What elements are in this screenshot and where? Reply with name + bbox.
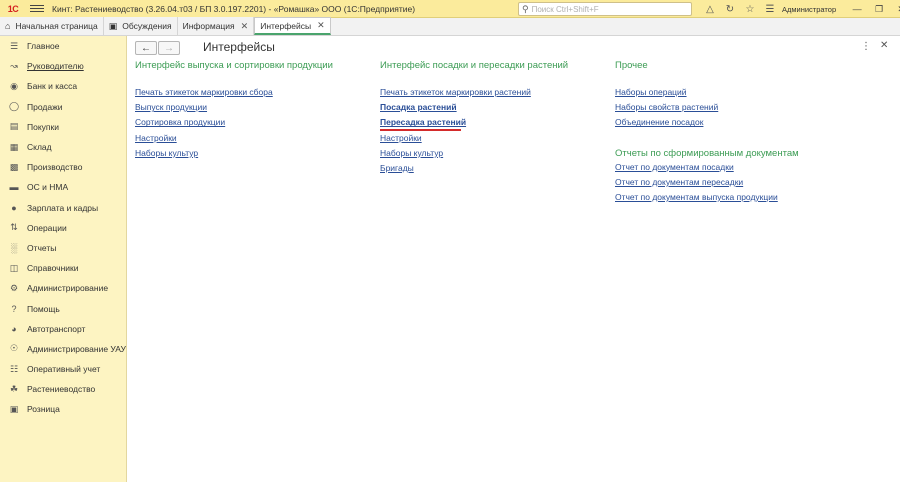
menu-lines-icon: ☰ [9, 40, 19, 51]
search-icon: ⚲ [522, 3, 529, 14]
arrow-right-icon: → [164, 42, 174, 54]
bar-chart-icon: ░ [10, 242, 18, 253]
gear-icon: ⚙ [9, 282, 19, 293]
column-heading: Прочее [615, 60, 648, 71]
sidebar-item-purchases[interactable]: ▤ Покупки [0, 117, 126, 137]
question-icon: ? [11, 303, 17, 314]
link-settings[interactable]: Настройки [135, 133, 333, 148]
sidebar-item-reports[interactable]: ░ Отчеты [0, 238, 126, 258]
tab-discussions[interactable]: ▣ Обсуждения [103, 17, 178, 35]
link-operation-sets[interactable]: Наборы операций [615, 87, 799, 102]
retail-icon: ▣ [9, 403, 19, 414]
sidebar-item-operational[interactable]: ☷ Оперативный учет [0, 359, 126, 379]
sidebar-item-operations[interactable]: ⇅ Операции [0, 218, 126, 238]
link-brigades[interactable]: Бригады [380, 163, 568, 178]
sidebar-item-manager[interactable]: ↝ Руководителю [0, 56, 126, 76]
sidebar-item-help[interactable]: ? Помощь [0, 298, 126, 318]
close-tab-icon[interactable]: ✕ [241, 21, 249, 32]
sidebar-item-plant-growing[interactable]: ☘ Растениеводство [0, 379, 126, 399]
person-icon: ● [11, 202, 17, 213]
sidebar-item-vehicles[interactable]: ◕ Автотранспорт [0, 319, 126, 339]
sidebar-item-directories[interactable]: ◫ Справочники [0, 258, 126, 278]
column-heading-reports: Отчеты по сформированным документам [615, 147, 799, 159]
close-tab-icon[interactable]: ✕ [317, 20, 325, 31]
sidebar-item-bank[interactable]: ◉ Банк и касса [0, 76, 126, 96]
cart-icon: ▤ [9, 121, 19, 132]
sidebar-item-uau-admin[interactable]: ☉ Администрирование УАУ [0, 339, 126, 359]
list-icon: ☷ [9, 363, 19, 374]
sidebar-item-salary[interactable]: ● Зарплата и кадры [0, 198, 126, 218]
sidebar-item-warehouse[interactable]: ▦ Склад [0, 137, 126, 157]
car-icon: ◕ [11, 323, 17, 334]
link-settings[interactable]: Настройки [380, 133, 568, 148]
page-title: Интерфейсы [203, 40, 275, 54]
title-bar: 1С Кинт: Растениеводство (3.26.04.т03 / … [0, 0, 900, 18]
link-print-plant-labels[interactable]: Печать этикеток маркировки растений [380, 87, 568, 102]
minimize-button[interactable]: — [846, 0, 868, 18]
notifications-icon[interactable]: △ [700, 0, 720, 18]
tabs-bar: ⌂ Начальная страница ▣ Обсуждения Информ… [0, 17, 900, 36]
history-icon[interactable]: ↻ [720, 0, 740, 18]
tab-interfaces[interactable]: Интерфейсы ✕ [254, 17, 331, 35]
content-area: ← → Интерфейсы ⋮ ✕ Интерфейс выпуска и с… [128, 36, 900, 482]
sidebar-item-retail[interactable]: ▣ Розница [0, 399, 126, 419]
search-input[interactable]: ⚲ Поиск Ctrl+Shift+F [518, 2, 692, 16]
link-plant-property-sets[interactable]: Наборы свойств растений [615, 102, 799, 117]
truck-icon: ▬ [9, 182, 19, 193]
user-settings-icon[interactable]: ☰ [760, 0, 780, 18]
plant-icon: ☘ [9, 383, 19, 394]
close-window-button[interactable]: ✕ [890, 0, 900, 18]
chat-icon: ▣ [108, 20, 118, 31]
lightbulb-icon: ☉ [9, 343, 19, 354]
trend-icon: ↝ [10, 60, 18, 71]
column-heading: Интерфейс посадки и пересадки растений [380, 60, 569, 71]
favorites-icon[interactable]: ☆ [740, 0, 760, 18]
sidebar-item-assets[interactable]: ▬ ОС и НМА [0, 177, 126, 197]
link-print-harvest-labels[interactable]: Печать этикеток маркировки сбора [135, 87, 333, 102]
main-menu-icon[interactable] [30, 5, 44, 12]
sidebar-item-administration[interactable]: ⚙ Администрирование [0, 278, 126, 298]
sidebar-item-sales[interactable]: ◯ Продажи [0, 97, 126, 117]
link-planting[interactable]: Посадка растений [380, 102, 568, 117]
tab-home[interactable]: ⌂ Начальная страница [0, 17, 104, 35]
link-crop-sets[interactable]: Наборы культур [135, 148, 333, 163]
arrow-left-icon: ← [141, 42, 151, 54]
link-merge-plantings[interactable]: Объединение посадок [615, 117, 799, 132]
tab-information[interactable]: Информация ✕ [177, 17, 255, 35]
column-planting: Интерфейс посадки и пересадки растений П… [380, 60, 568, 178]
column-heading: Интерфейс выпуска и сортировки продукции [135, 60, 333, 71]
current-user[interactable]: Администратор [782, 5, 836, 14]
search-placeholder: Поиск Ctrl+Shift+F [531, 4, 599, 14]
app-logo: 1С [7, 3, 19, 14]
warehouse-icon: ▦ [9, 141, 19, 152]
more-actions-icon[interactable]: ⋮ [861, 41, 871, 52]
sidebar-item-production[interactable]: ▩ Производство [0, 157, 126, 177]
forward-button[interactable]: → [158, 41, 180, 55]
coin-icon: ◉ [10, 80, 18, 91]
operations-icon: ⇅ [10, 222, 18, 233]
sales-icon: ◯ [8, 101, 20, 112]
home-icon: ⌂ [5, 21, 11, 31]
link-report-output[interactable]: Отчет по документам выпуска продукции [615, 192, 799, 207]
book-icon: ◫ [9, 262, 19, 273]
link-report-planting[interactable]: Отчет по документам посадки [615, 162, 799, 177]
link-product-output[interactable]: Выпуск продукции [135, 102, 333, 117]
column-output-sorting: Интерфейс выпуска и сортировки продукции… [135, 60, 333, 163]
maximize-button[interactable]: ❐ [868, 0, 890, 18]
factory-icon: ▩ [9, 161, 19, 172]
close-form-icon[interactable]: ✕ [880, 40, 888, 51]
link-transplanting[interactable]: Пересадка растений [380, 117, 568, 132]
column-other: Прочее Наборы операций Наборы свойств ра… [615, 60, 799, 207]
back-button[interactable]: ← [135, 41, 157, 55]
link-product-sorting[interactable]: Сортировка продукции [135, 117, 333, 132]
link-report-transplanting[interactable]: Отчет по документам пересадки [615, 177, 799, 192]
sections-sidebar: ☰ Главное ↝ Руководителю ◉ Банк и касса ◯ Пр… [0, 36, 127, 482]
link-crop-sets[interactable]: Наборы культур [380, 148, 568, 163]
window-title: Кинт: Растениеводство (3.26.04.т03 / БП … [52, 3, 416, 14]
sidebar-item-main[interactable]: ☰ Главное [0, 36, 126, 56]
